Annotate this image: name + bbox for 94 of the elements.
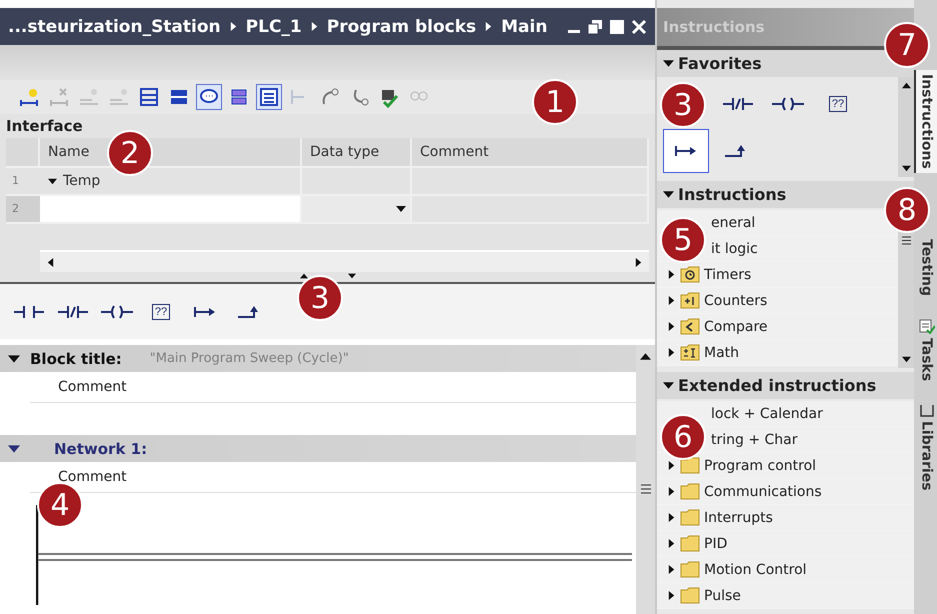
expand-arrow-icon[interactable]	[667, 461, 676, 470]
open-all-icon	[138, 86, 160, 108]
expand-arrow-icon[interactable]	[667, 322, 676, 331]
restore-icon[interactable]	[587, 18, 603, 34]
instruction-button[interactable]: ??	[142, 296, 180, 326]
scroll-up-icon[interactable]	[640, 351, 651, 362]
instruction-folder[interactable]: Counters	[704, 292, 768, 308]
side-tab[interactable]: Testing	[914, 238, 937, 300]
expand-arrow-icon[interactable]	[667, 539, 676, 548]
close-icon[interactable]	[631, 18, 647, 34]
dropdown-arrow-icon[interactable]	[396, 204, 406, 214]
expand-arrow-icon[interactable]	[8, 442, 20, 454]
contact-icon	[14, 304, 44, 320]
expand-arrow-icon[interactable]	[667, 270, 676, 279]
folder-icon	[680, 561, 700, 578]
column-header[interactable]: Name	[48, 144, 90, 160]
folder-icon	[680, 587, 700, 604]
expand-arrow-icon[interactable]	[48, 176, 57, 186]
math-folder-icon	[680, 344, 700, 361]
expand-arrow-icon[interactable]	[667, 296, 676, 305]
folder-icon	[680, 483, 700, 500]
expand-arrow-icon[interactable]	[667, 348, 676, 357]
vertical-scrollbar[interactable]	[898, 232, 914, 368]
insert-row-icon	[78, 86, 100, 108]
expand-arrow-icon[interactable]	[663, 58, 674, 69]
network-title[interactable]: Network 1:	[54, 440, 148, 458]
expand-arrow-icon[interactable]	[667, 565, 676, 574]
comment-field[interactable]: Comment	[30, 372, 636, 403]
breadcrumb-item[interactable]: Program blocks	[326, 16, 476, 36]
expand-arrow-icon[interactable]	[663, 189, 674, 200]
breadcrumb-arrow-icon[interactable]	[228, 22, 238, 31]
favorites-icon	[258, 86, 280, 108]
scroll-up-icon[interactable]	[902, 81, 910, 90]
breadcrumb-item[interactable]: Main	[501, 16, 548, 36]
scroll-right-icon[interactable]	[634, 258, 643, 266]
favorite-instruction[interactable]: ??	[815, 82, 861, 126]
timers-folder-icon	[680, 266, 700, 283]
name-input-field[interactable]	[40, 194, 302, 222]
instruction-folder[interactable]: Compare	[704, 318, 768, 334]
add-row-icon	[108, 86, 130, 108]
expand-arrow-icon[interactable]	[667, 513, 676, 522]
instruction-folder[interactable]: Math	[704, 344, 740, 360]
breadcrumb-item[interactable]: PLC_1	[246, 16, 302, 36]
side-tab[interactable]: Instructions	[914, 70, 937, 173]
splitter[interactable]	[0, 272, 655, 284]
breadcrumb-arrow-icon[interactable]	[310, 22, 319, 31]
folder-icon	[680, 457, 700, 474]
closed-contact-icon	[723, 96, 753, 112]
toolbar-button[interactable]	[256, 84, 282, 110]
folder-icon	[680, 535, 700, 552]
side-tab[interactable]: Tasks	[914, 314, 937, 385]
maximize-icon[interactable]	[609, 18, 625, 34]
row-number: 2	[6, 194, 40, 222]
instruction-folder[interactable]: Interrupts	[704, 510, 773, 526]
favorite-instruction[interactable]	[663, 129, 709, 173]
comment-placeholder: Comment	[58, 469, 127, 485]
coil-icon	[101, 304, 133, 320]
vertical-scrollbar[interactable]	[636, 345, 655, 614]
scroll-left-icon[interactable]	[46, 258, 55, 266]
scroll-down-icon[interactable]	[902, 164, 910, 173]
expand-arrow-icon[interactable]	[663, 380, 674, 391]
empty-box-icon: ??	[828, 96, 848, 112]
panel-title: Instructions	[663, 18, 765, 36]
instruction-folder[interactable]: eneral	[711, 214, 756, 230]
toolbar-button[interactable]	[196, 84, 222, 110]
instruction-folder[interactable]: Pulse	[704, 588, 741, 604]
clipboard-check-icon	[918, 318, 934, 334]
folder-icon	[680, 509, 700, 526]
column-header[interactable]: Comment	[420, 144, 489, 160]
instruction-folder[interactable]: it logic	[711, 240, 758, 256]
instruction-folder[interactable]: Timers	[704, 266, 752, 282]
expand-arrow-icon[interactable]	[667, 591, 676, 600]
coil-icon	[772, 96, 804, 112]
comment-placeholder: Comment	[58, 379, 127, 395]
table-cell[interactable]: Temp	[40, 166, 302, 194]
empty-box-icon: ??	[152, 304, 170, 320]
delete-network-icon	[48, 86, 70, 108]
instruction-folder[interactable]: PID	[704, 536, 728, 552]
expand-arrow-icon[interactable]	[667, 487, 676, 496]
expand-arrow-icon[interactable]	[8, 352, 20, 364]
grip-icon	[640, 484, 650, 494]
interface-title: Interface	[6, 116, 84, 137]
grip-icon	[902, 236, 910, 245]
vertical-scrollbar[interactable]	[898, 77, 914, 177]
closed-contact-icon	[58, 304, 88, 320]
breadcrumb-arrow-icon[interactable]	[484, 22, 494, 31]
block-title-label: Block title:	[30, 350, 122, 368]
side-tab[interactable]: Libraries	[914, 398, 937, 495]
insert-network-icon	[18, 86, 40, 108]
scroll-down-icon[interactable]	[902, 355, 910, 364]
horizontal-scrollbar[interactable]	[40, 250, 649, 272]
counters-folder-icon	[680, 292, 700, 309]
breadcrumb-item[interactable]: ...steurization_Station	[8, 16, 221, 36]
compare-folder-icon	[680, 318, 700, 335]
